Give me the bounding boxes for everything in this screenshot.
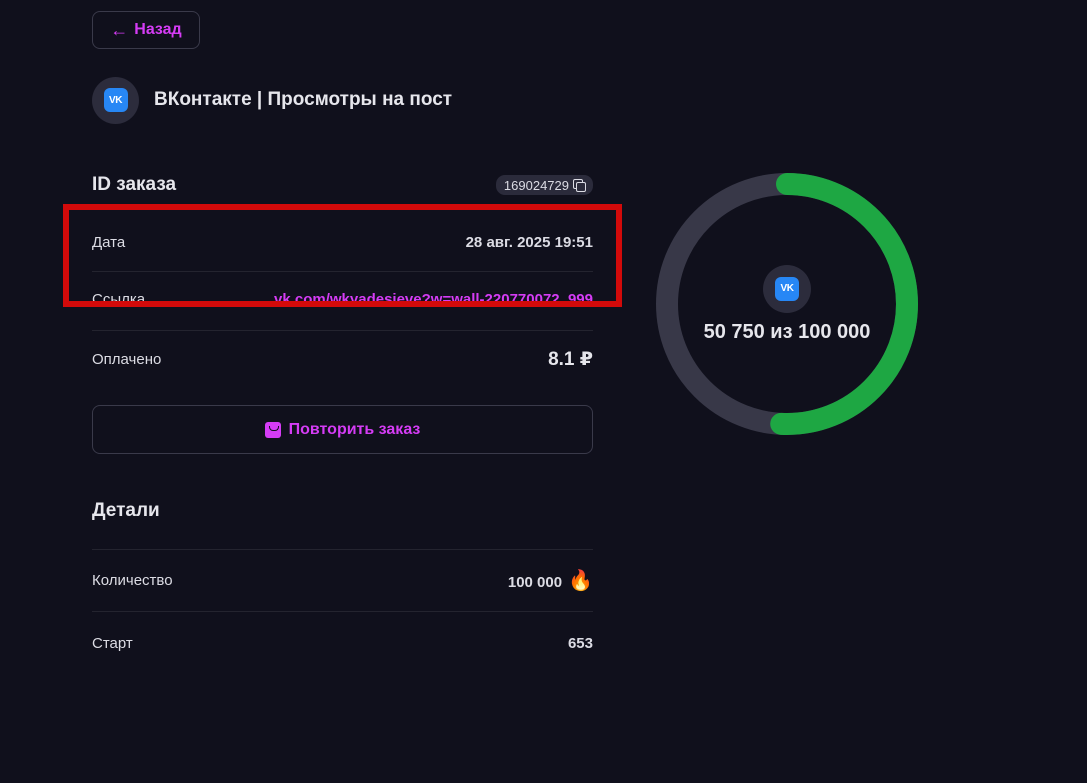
shopping-bag-icon — [264, 421, 281, 438]
order-id-row: ID заказа 169024729 — [92, 170, 593, 200]
order-id-value: 169024729 — [503, 177, 569, 193]
details-title: Детали — [92, 500, 160, 521]
service-header: VK ВКонтакте | Просмотры на пост — [92, 76, 452, 124]
vk-logo-icon: VK — [775, 276, 799, 301]
repeat-order-label: Повторить заказ — [288, 420, 421, 438]
page-title: ВКонтакте | Просмотры на пост — [154, 89, 453, 110]
start-value: 653 — [567, 634, 593, 652]
date-value: 28 авг. 2025 19:51 — [465, 234, 593, 251]
quantity-row: Количество 100 000 🔥 — [92, 550, 593, 612]
quantity-value: 100 000 — [507, 574, 563, 591]
details-list: Количество 100 000 🔥 Старт 653 — [92, 549, 593, 674]
quantity-label: Количество — [92, 572, 173, 589]
start-label: Старт — [92, 634, 133, 652]
order-id-chip[interactable]: 169024729 — [495, 175, 593, 195]
back-button[interactable]: ← Назад — [92, 11, 200, 49]
paid-label: Оплачено — [92, 350, 162, 368]
link-label: Ссылка — [92, 291, 146, 302]
paid-section: Оплачено 8.1 ₽ — [92, 330, 593, 388]
fire-icon: 🔥 — [568, 570, 593, 592]
progress-ring: VK 50 750 из 100 000 — [656, 173, 918, 435]
progress-text: 50 750 из 100 000 — [703, 320, 871, 343]
link-row: Ссылка vk.com/wkyadesieve?w=wall-2207700… — [92, 271, 593, 302]
progress-icon-wrap: VK — [763, 264, 811, 313]
progress-center: VK 50 750 из 100 000 — [656, 173, 918, 435]
start-row: Старт 653 — [92, 612, 593, 674]
paid-row: Оплачено 8.1 ₽ — [92, 330, 593, 388]
vk-logo-icon: VK — [103, 88, 128, 112]
paid-value: 8.1 ₽ — [548, 348, 593, 370]
order-id-label: ID заказа — [92, 174, 177, 195]
order-link[interactable]: vk.com/wkyadesieve?w=wall-220770072_999 — [274, 291, 593, 302]
copy-icon[interactable] — [573, 179, 586, 192]
repeat-order-button[interactable]: Повторить заказ — [92, 405, 593, 454]
date-label: Дата — [92, 234, 126, 251]
date-row: Дата 28 авг. 2025 19:51 — [92, 214, 593, 272]
quantity-value-wrap: 100 000 🔥 — [508, 568, 593, 593]
service-icon-wrap: VK — [92, 76, 139, 124]
order-info: Дата 28 авг. 2025 19:51 — [92, 214, 593, 272]
link-row-clip: Ссылка vk.com/wkyadesieve?w=wall-2207700… — [92, 271, 593, 302]
arrow-left-icon: ← — [110, 20, 129, 40]
back-label: Назад — [134, 21, 182, 38]
divider — [92, 330, 593, 331]
